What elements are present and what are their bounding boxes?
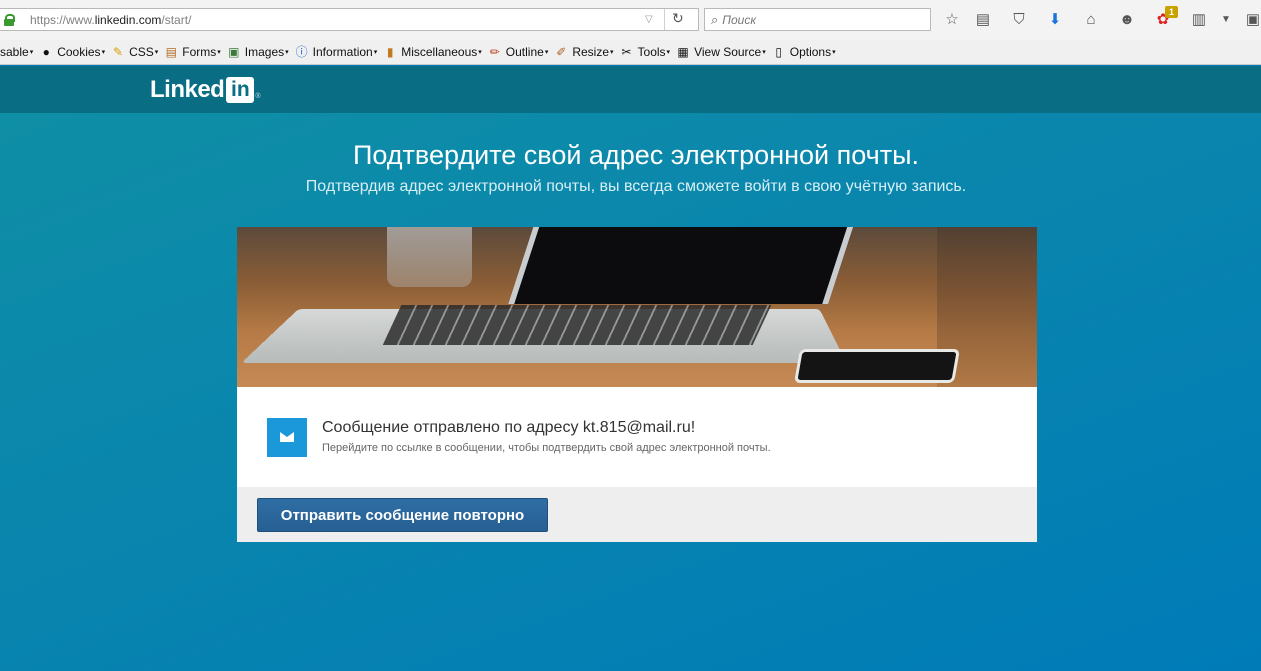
page-title: Подтвердите свой адрес электронной почты… <box>352 140 920 170</box>
message-info: Сообщение отправлено по адресу kt.815@ma… <box>237 387 1037 487</box>
notification-badge: 1 <box>1165 6 1178 18</box>
address-bar[interactable]: https://www.linkedin.com/start/ ▽ ↻ <box>0 8 699 31</box>
main-content: Подтвердите свой адрес электронной почты… <box>0 113 1261 671</box>
mail-icon <box>267 418 307 457</box>
images-icon: ▣ <box>228 45 240 59</box>
miscellaneous-icon: ▮ <box>386 45 394 59</box>
chevron-down-icon: ▾ <box>832 49 836 56</box>
chevron-down-icon: ▾ <box>101 49 106 56</box>
chevron-down-icon: ▾ <box>373 49 378 56</box>
information-icon: ⓘ <box>295 45 308 59</box>
chevron-down-icon: ▾ <box>285 49 289 56</box>
devbar-item-information[interactable]: ⓘ Information ▾ <box>295 45 378 59</box>
card-footer: Отправить сообщение повторно <box>237 487 1037 542</box>
linkedin-logo[interactable]: Linked in ® <box>150 76 261 104</box>
chevron-down-icon: ▾ <box>544 49 549 56</box>
phone-shape <box>794 349 960 383</box>
glass-shape <box>387 227 472 287</box>
menu-icon[interactable]: ▣ <box>1243 10 1261 30</box>
devbar-item-miscellaneous[interactable]: ▮ Miscellaneous ▾ <box>383 45 482 59</box>
devbar-item-images[interactable]: ▣ Images ▾ <box>227 45 289 59</box>
browser-toolbar: https://www.linkedin.com/start/ ▽ ↻ ⌕ ☆ … <box>0 0 1261 40</box>
chevron-down-icon: ▾ <box>610 49 614 56</box>
search-icon: ⌕ <box>711 11 719 27</box>
reading-list-icon[interactable]: ▤ <box>973 10 993 30</box>
laptop-keyboard-shape <box>382 305 772 345</box>
devbar-label: Tools <box>637 45 666 59</box>
devbar-label: Options <box>789 45 832 59</box>
bookmark-star-icon[interactable]: ☆ <box>942 10 962 30</box>
tools-icon: ✂ <box>621 45 632 59</box>
search-input[interactable] <box>722 12 913 27</box>
view-source-icon: ▦ <box>677 45 689 59</box>
devbar-label: Resize <box>572 45 610 59</box>
pocket-icon[interactable]: ⛉ <box>1009 10 1029 30</box>
logo-word: Linked <box>150 76 225 103</box>
devbar-item-options[interactable]: ▯ Options ▾ <box>772 45 836 59</box>
site-header: Linked in ® <box>0 66 1261 113</box>
devbar-label: Information <box>312 45 373 59</box>
devbar-label: Cookies <box>57 45 101 59</box>
devbar-label: View Source <box>694 45 762 59</box>
search-box[interactable]: ⌕ <box>704 8 931 31</box>
hero-image <box>237 227 1037 387</box>
registered-mark: ® <box>255 92 261 100</box>
chevron-down-icon: ▾ <box>762 49 766 56</box>
url-separator <box>664 9 665 30</box>
devbar-item-cookies[interactable]: ● Cookies ▾ <box>39 45 106 59</box>
devbar-item-css[interactable]: ✎ CSS ▾ <box>111 45 158 59</box>
logo-in-box: in <box>226 77 255 103</box>
devbar-item-disable[interactable]: sable ▾ <box>0 45 33 59</box>
message-title: Сообщение отправлено по адресу kt.815@ma… <box>322 419 696 436</box>
cookies-icon: ● <box>42 45 50 59</box>
download-icon[interactable]: ⬇ <box>1045 10 1065 30</box>
devbar-label: Miscellaneous <box>401 45 478 59</box>
menu-dropdown-icon[interactable]: ▼ <box>1216 10 1236 30</box>
lock-icon <box>4 13 15 26</box>
devbar-label: CSS <box>129 45 154 59</box>
confirmation-card: Сообщение отправлено по адресу kt.815@ma… <box>237 227 1037 542</box>
devbar-label: Forms <box>182 45 217 59</box>
message-subtitle: Перейдите по ссылке в сообщении, чтобы п… <box>322 442 771 454</box>
chat-icon[interactable]: ☻ <box>1117 10 1137 30</box>
devbar-item-resize[interactable]: ✐ Resize ▾ <box>554 45 613 59</box>
history-dropdown-icon[interactable]: ▽ <box>645 14 653 25</box>
devbar-label: Images <box>244 45 285 59</box>
chevron-down-icon: ▾ <box>154 49 159 56</box>
resend-button[interactable]: Отправить сообщение повторно <box>257 498 548 532</box>
chevron-down-icon: ▾ <box>478 49 482 56</box>
outline-icon: ✏ <box>489 45 500 59</box>
devbar-item-tools[interactable]: ✂ Tools ▾ <box>620 45 671 59</box>
web-developer-toolbar: sable ▾ ● Cookies ▾ ✎ CSS ▾ ▤ Forms ▾ ▣ Images ▾ … <box>0 40 1261 65</box>
laptop-screen-shape <box>508 227 856 304</box>
chevron-down-icon: ▾ <box>29 49 34 56</box>
options-icon: ▯ <box>775 45 783 59</box>
css-icon: ✎ <box>113 45 124 59</box>
home-icon[interactable]: ⌂ <box>1081 10 1101 30</box>
devbar-label: sable <box>0 45 29 59</box>
reload-icon[interactable]: ↻ <box>672 10 684 27</box>
devbar-item-view-source[interactable]: ▦ View Source ▾ <box>676 45 766 59</box>
devbar-item-forms[interactable]: ▤ Forms ▾ <box>164 45 221 59</box>
url-text[interactable]: https://www.linkedin.com/start/ <box>30 13 191 27</box>
page-subtitle: Подтвердив адрес электронной почты, вы в… <box>305 178 967 195</box>
envelope-icon <box>280 432 294 442</box>
chevron-down-icon: ▾ <box>217 49 221 56</box>
devbar-label: Outline <box>505 45 544 59</box>
chevron-down-icon: ▾ <box>666 49 671 56</box>
clipboard-icon[interactable]: ▥ <box>1189 10 1209 30</box>
forms-icon: ▤ <box>165 45 177 59</box>
devbar-item-outline[interactable]: ✏ Outline ▾ <box>488 45 549 59</box>
resize-icon: ✐ <box>556 45 567 59</box>
